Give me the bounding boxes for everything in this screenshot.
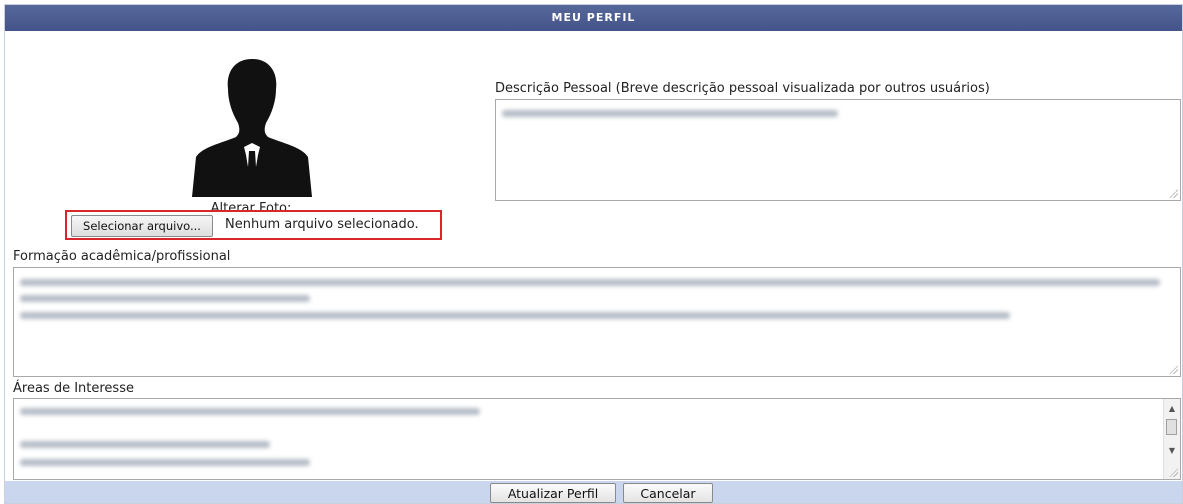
resize-grip-icon[interactable] bbox=[1169, 189, 1178, 198]
update-profile-button[interactable]: Atualizar Perfil bbox=[490, 483, 616, 503]
resize-grip-icon[interactable] bbox=[1169, 365, 1178, 374]
formation-label: Formação acadêmica/profissional bbox=[13, 249, 231, 264]
blurred-text bbox=[20, 441, 270, 448]
cancel-button[interactable]: Cancelar bbox=[623, 483, 713, 503]
vertical-scrollbar[interactable]: ▲ ▼ bbox=[1163, 399, 1180, 479]
blurred-text bbox=[20, 295, 310, 302]
page-title: MEU PERFIL bbox=[5, 5, 1182, 31]
description-label: Descrição Pessoal (Breve descrição pesso… bbox=[495, 81, 990, 96]
scroll-up-icon[interactable]: ▲ bbox=[1164, 401, 1180, 417]
interests-textarea[interactable]: ▲ ▼ bbox=[13, 398, 1181, 480]
blurred-text bbox=[502, 110, 838, 117]
profile-photo bbox=[188, 51, 316, 197]
profile-panel: MEU PERFIL Alterar Foto: Selecionar arqu… bbox=[4, 4, 1183, 504]
select-file-button[interactable]: Selecionar arquivo... bbox=[71, 215, 213, 237]
blurred-text bbox=[20, 408, 480, 415]
person-silhouette-icon bbox=[192, 59, 312, 197]
blurred-text bbox=[20, 312, 1010, 319]
photo-file-input: Selecionar arquivo... Nenhum arquivo sel… bbox=[65, 210, 442, 240]
scroll-down-icon[interactable]: ▼ bbox=[1164, 443, 1180, 459]
resize-grip-icon[interactable] bbox=[1169, 468, 1178, 477]
scroll-thumb[interactable] bbox=[1166, 419, 1177, 435]
formation-textarea[interactable] bbox=[13, 267, 1181, 377]
blurred-text bbox=[20, 279, 1160, 286]
form-footer: Atualizar Perfil Cancelar bbox=[5, 481, 1182, 503]
blurred-text bbox=[20, 459, 310, 466]
interests-label: Áreas de Interesse bbox=[13, 381, 134, 396]
file-status-text: Nenhum arquivo selecionado. bbox=[225, 217, 419, 232]
description-textarea[interactable] bbox=[495, 99, 1181, 201]
